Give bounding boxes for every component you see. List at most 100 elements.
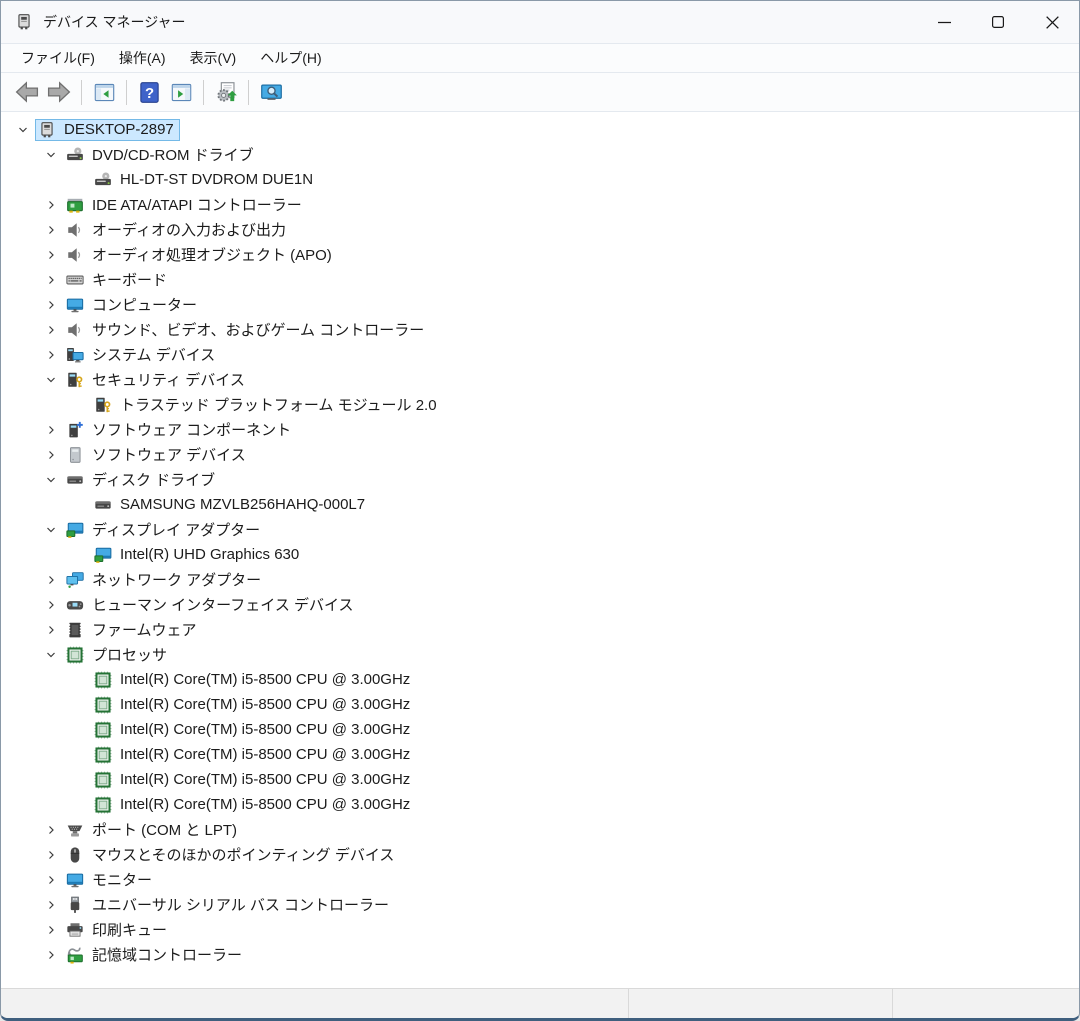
chevron-down-icon[interactable] xyxy=(11,117,35,142)
tree-row[interactable]: コンピューター xyxy=(1,292,1079,317)
tree-row-label: セキュリティ デバイス xyxy=(92,369,245,390)
device-manager-icon xyxy=(15,13,33,31)
tree-row[interactable]: Intel(R) Core(TM) i5-8500 CPU @ 3.00GHz xyxy=(1,792,1079,817)
chevron-right-icon[interactable] xyxy=(39,917,63,942)
chevron-right-icon[interactable] xyxy=(39,617,63,642)
chevron-right-icon[interactable] xyxy=(39,317,63,342)
tree-row[interactable]: DVD/CD-ROM ドライブ xyxy=(1,142,1079,167)
printer-icon xyxy=(66,921,84,939)
menu-help[interactable]: ヘルプ(H) xyxy=(248,44,333,72)
tree-row[interactable]: トラステッド プラットフォーム モジュール 2.0 xyxy=(1,392,1079,417)
tree-row[interactable]: システム デバイス xyxy=(1,342,1079,367)
device-tree: DESKTOP-2897 DVD/CD-ROM ドライブHL-DT-ST DVDR… xyxy=(1,112,1079,988)
tree-row[interactable]: ソフトウェア コンポーネント xyxy=(1,417,1079,442)
menu-action[interactable]: 操作(A) xyxy=(107,44,178,72)
back-button[interactable] xyxy=(11,77,43,107)
chevron-right-icon[interactable] xyxy=(39,267,63,292)
toolbar-separator xyxy=(248,80,249,105)
close-button[interactable] xyxy=(1025,1,1079,43)
tree-row-label: DESKTOP-2897 xyxy=(64,121,174,138)
chevron-down-icon[interactable] xyxy=(39,142,63,167)
tree-row[interactable]: ディスプレイ アダプター xyxy=(1,517,1079,542)
tree-row[interactable]: キーボード xyxy=(1,267,1079,292)
chevron-spacer xyxy=(67,167,91,192)
tree-row[interactable]: オーディオの入力および出力 xyxy=(1,217,1079,242)
chevron-spacer xyxy=(67,667,91,692)
tree-row[interactable]: Intel(R) Core(TM) i5-8500 CPU @ 3.00GHz xyxy=(1,717,1079,742)
tree-row[interactable]: DESKTOP-2897 xyxy=(1,117,1079,142)
chevron-right-icon[interactable] xyxy=(39,242,63,267)
tree-row[interactable]: ファームウェア xyxy=(1,617,1079,642)
tree-row[interactable]: IDE ATA/ATAPI コントローラー xyxy=(1,192,1079,217)
chevron-right-icon[interactable] xyxy=(39,192,63,217)
tree-row[interactable]: Intel(R) Core(TM) i5-8500 CPU @ 3.00GHz xyxy=(1,692,1079,717)
tree-row-label: 記憶域コントローラー xyxy=(92,944,242,965)
chevron-down-icon[interactable] xyxy=(39,517,63,542)
tree-row[interactable]: オーディオ処理オブジェクト (APO) xyxy=(1,242,1079,267)
statusbar xyxy=(1,988,1079,1018)
chevron-right-icon[interactable] xyxy=(39,567,63,592)
minimize-icon xyxy=(938,16,951,29)
statusbar-section xyxy=(629,989,893,1018)
tree-row-label: サウンド、ビデオ、およびゲーム コントローラー xyxy=(92,319,424,340)
system-device-icon xyxy=(66,346,84,364)
scan-hardware-changes-button[interactable] xyxy=(210,77,242,107)
tree-row[interactable]: サウンド、ビデオ、およびゲーム コントローラー xyxy=(1,317,1079,342)
tree-row-label: オーディオ処理オブジェクト (APO) xyxy=(92,244,332,265)
forward-button[interactable] xyxy=(43,77,75,107)
show-console-tree-button[interactable] xyxy=(88,77,120,107)
tree-row[interactable]: ネットワーク アダプター xyxy=(1,567,1079,592)
show-action-pane-button[interactable] xyxy=(165,77,197,107)
remote-computer-button[interactable] xyxy=(255,77,287,107)
tree-row-label: プロセッサ xyxy=(92,644,167,665)
toolbar-separator xyxy=(126,80,127,105)
chevron-right-icon[interactable] xyxy=(39,892,63,917)
tree-row[interactable]: Intel(R) Core(TM) i5-8500 CPU @ 3.00GHz xyxy=(1,742,1079,767)
tree-row[interactable]: プロセッサ xyxy=(1,642,1079,667)
chevron-spacer xyxy=(67,392,91,417)
chevron-right-icon[interactable] xyxy=(39,292,63,317)
tree-row[interactable]: マウスとそのほかのポインティング デバイス xyxy=(1,842,1079,867)
minimize-button[interactable] xyxy=(917,1,971,43)
chevron-right-icon[interactable] xyxy=(39,342,63,367)
tree-row[interactable]: モニター xyxy=(1,867,1079,892)
chevron-right-icon[interactable] xyxy=(39,442,63,467)
tree-row[interactable]: ディスク ドライブ xyxy=(1,467,1079,492)
chevron-right-icon[interactable] xyxy=(39,867,63,892)
tree-row-label: Intel(R) Core(TM) i5-8500 CPU @ 3.00GHz xyxy=(120,721,410,738)
chevron-right-icon[interactable] xyxy=(39,817,63,842)
tree-row[interactable]: HL-DT-ST DVDROM DUE1N xyxy=(1,167,1079,192)
tree-row[interactable]: セキュリティ デバイス xyxy=(1,367,1079,392)
tree-row[interactable]: Intel(R) UHD Graphics 630 xyxy=(1,542,1079,567)
tree-row-label: マウスとそのほかのポインティング デバイス xyxy=(92,844,394,865)
chevron-right-icon[interactable] xyxy=(39,592,63,617)
chevron-right-icon[interactable] xyxy=(39,417,63,442)
tree-row-label: ネットワーク アダプター xyxy=(92,569,261,590)
menu-file[interactable]: ファイル(F) xyxy=(9,44,107,72)
chevron-spacer xyxy=(67,492,91,517)
tree-row[interactable]: ヒューマン インターフェイス デバイス xyxy=(1,592,1079,617)
tree-row[interactable]: ソフトウェア デバイス xyxy=(1,442,1079,467)
help-button[interactable]: ? xyxy=(133,77,165,107)
processor-icon xyxy=(94,771,112,789)
scan-icon xyxy=(215,81,238,104)
tree-row[interactable]: Intel(R) Core(TM) i5-8500 CPU @ 3.00GHz xyxy=(1,767,1079,792)
chevron-spacer xyxy=(67,692,91,717)
chevron-right-icon[interactable] xyxy=(39,217,63,242)
chevron-down-icon[interactable] xyxy=(39,367,63,392)
tree-row[interactable]: ユニバーサル シリアル バス コントローラー xyxy=(1,892,1079,917)
chevron-right-icon[interactable] xyxy=(39,942,63,967)
processor-icon xyxy=(94,721,112,739)
chevron-down-icon[interactable] xyxy=(39,642,63,667)
maximize-button[interactable] xyxy=(971,1,1025,43)
tree-row[interactable]: Intel(R) Core(TM) i5-8500 CPU @ 3.00GHz xyxy=(1,667,1079,692)
chevron-down-icon[interactable] xyxy=(39,467,63,492)
tree-row[interactable]: SAMSUNG MZVLB256HAHQ-000L7 xyxy=(1,492,1079,517)
tree-row[interactable]: 印刷キュー xyxy=(1,917,1079,942)
tree-row[interactable]: ポート (COM と LPT) xyxy=(1,817,1079,842)
tree-row-label: ソフトウェア コンポーネント xyxy=(92,419,291,440)
menu-view[interactable]: 表示(V) xyxy=(178,44,249,72)
chevron-right-icon[interactable] xyxy=(39,842,63,867)
close-icon xyxy=(1046,16,1059,29)
tree-row[interactable]: 記憶域コントローラー xyxy=(1,942,1079,967)
